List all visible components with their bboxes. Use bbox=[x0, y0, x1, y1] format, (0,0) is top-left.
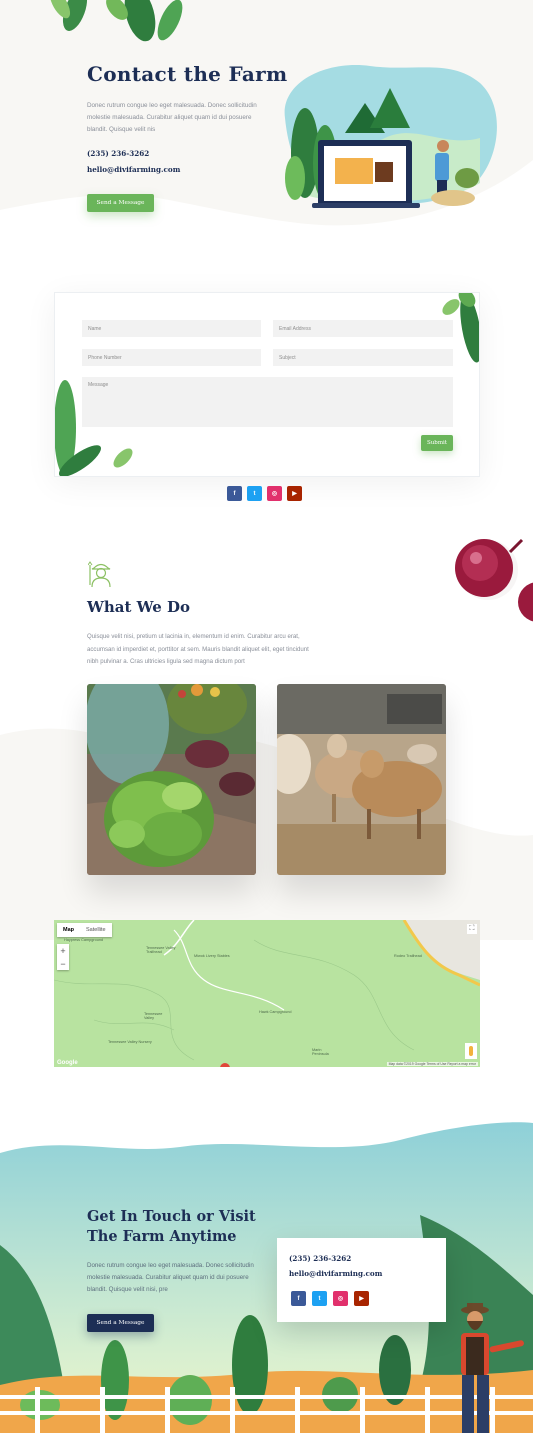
footer-send-message-button[interactable]: Send a Message bbox=[87, 1314, 154, 1332]
what-we-do-description: Quisque velit nisi, pretium ut lacinia i… bbox=[87, 633, 309, 666]
hero-description: Donec rutrum congue leo eget malesuada. … bbox=[87, 102, 257, 133]
youtube-icon[interactable]: ▶ bbox=[354, 1291, 369, 1306]
farmer-laptop-illustration bbox=[284, 65, 497, 208]
location-map[interactable]: Map Satellite + − ⛶ Haypress Campground … bbox=[54, 920, 480, 1067]
google-logo: Google bbox=[57, 1060, 78, 1066]
page-title: Contact the Farm bbox=[87, 62, 288, 86]
phone-field[interactable]: Phone Number bbox=[82, 349, 261, 366]
footer-title: Get In Touch or Visit The Farm Anytime bbox=[87, 1208, 256, 1245]
what-we-do-title: What We Do bbox=[87, 598, 191, 616]
facebook-icon[interactable]: f bbox=[291, 1291, 306, 1306]
send-message-button[interactable]: Send a Message bbox=[87, 194, 154, 212]
subject-field[interactable]: Subject bbox=[273, 349, 453, 366]
fullscreen-button[interactable]: ⛶ bbox=[467, 924, 477, 934]
lettuce-photo bbox=[87, 684, 256, 875]
message-field[interactable]: Message bbox=[82, 377, 453, 427]
farmer-icon bbox=[88, 561, 111, 588]
map-label: Miwok Livery Stables bbox=[194, 954, 230, 958]
hero-phone[interactable]: (235) 236-3262 bbox=[87, 149, 149, 158]
hero-email[interactable]: hello@divifarming.com bbox=[87, 165, 180, 174]
youtube-icon[interactable]: ▶ bbox=[287, 486, 302, 501]
instagram-icon[interactable]: ◎ bbox=[267, 486, 282, 501]
instagram-icon[interactable]: ◎ bbox=[333, 1291, 348, 1306]
map-label: Haypress Campground bbox=[64, 938, 104, 942]
twitter-icon[interactable]: t bbox=[247, 486, 262, 501]
name-field[interactable]: Name bbox=[82, 320, 261, 337]
contact-phone[interactable]: (235) 236-3262 bbox=[289, 1254, 351, 1263]
zoom-out-button[interactable]: − bbox=[60, 959, 65, 969]
contact-info-card: (235) 236-3262 hello@divifarming.com f t… bbox=[277, 1238, 446, 1322]
onion-decoration bbox=[455, 538, 533, 622]
map-label: Tennessee Valley Trailhead bbox=[146, 946, 176, 954]
map-label: Hawk Campground bbox=[259, 1010, 292, 1014]
footer-description: Donec rutrum congue leo eget malesuada. … bbox=[87, 1262, 254, 1294]
email-field[interactable]: Email Address bbox=[273, 320, 453, 337]
pegman-icon[interactable] bbox=[465, 1043, 477, 1059]
zoom-control: + − bbox=[57, 944, 69, 970]
map-label: Tennessee Valley bbox=[144, 1012, 163, 1020]
contact-form: Name Email Address Phone Number Subject … bbox=[54, 292, 480, 477]
map-label: Marin Peninsula bbox=[312, 1048, 329, 1056]
submit-button[interactable]: Submit bbox=[421, 435, 453, 451]
map-attribution: Map data ©2019 Google Terms of Use Repor… bbox=[386, 1062, 478, 1066]
farm-landscape-background bbox=[0, 1122, 533, 1433]
map-roads bbox=[54, 920, 480, 1067]
footer-social-links: f t ◎ ▶ bbox=[291, 1291, 369, 1306]
map-label: Rodeo Trailhead bbox=[394, 954, 422, 958]
facebook-icon[interactable]: f bbox=[227, 486, 242, 501]
social-links: f t ◎ ▶ bbox=[227, 486, 302, 501]
tab-satellite[interactable]: Satellite bbox=[80, 923, 112, 937]
map-label: Tennessee Valley Nursery bbox=[108, 1040, 152, 1044]
contact-email[interactable]: hello@divifarming.com bbox=[289, 1269, 382, 1278]
twitter-icon[interactable]: t bbox=[312, 1291, 327, 1306]
map-type-tabs: Map Satellite bbox=[57, 923, 112, 937]
tab-map[interactable]: Map bbox=[57, 923, 80, 937]
zoom-in-button[interactable]: + bbox=[60, 946, 65, 956]
goats-photo bbox=[277, 684, 446, 875]
